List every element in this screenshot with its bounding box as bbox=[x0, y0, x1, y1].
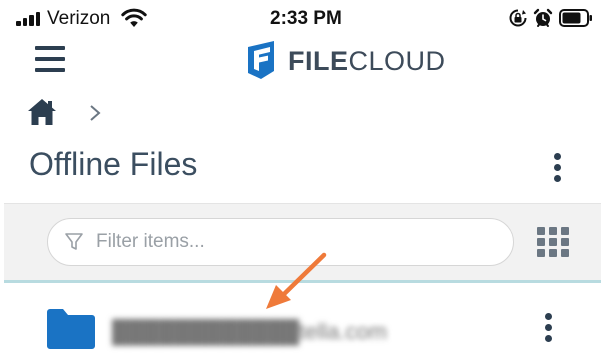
logo-text-cloud: CLOUD bbox=[348, 46, 446, 76]
chevron-right-icon bbox=[90, 105, 101, 121]
battery-icon bbox=[559, 9, 592, 27]
hamburger-menu-icon[interactable] bbox=[35, 46, 65, 72]
status-time: 2:33 PM bbox=[270, 8, 342, 29]
folder-icon bbox=[47, 309, 95, 349]
page-more-options-icon[interactable] bbox=[553, 153, 563, 183]
orientation-lock-icon bbox=[509, 9, 527, 27]
funnel-icon bbox=[65, 233, 83, 250]
logo-text-file: FILE bbox=[288, 46, 349, 76]
grid-view-icon[interactable] bbox=[537, 227, 569, 257]
item-more-options-icon[interactable] bbox=[544, 313, 554, 343]
filecloud-logo-icon bbox=[248, 41, 274, 79]
alarm-icon bbox=[533, 8, 553, 27]
page-title: Offline Files bbox=[29, 146, 198, 182]
filecloud-logo-text: FILECLOUD bbox=[288, 46, 446, 77]
list-item-name: ████████████tella.com bbox=[112, 319, 388, 344]
status-bar: Verizon 2:33 PM bbox=[0, 0, 601, 36]
signal-icon bbox=[16, 12, 42, 26]
carrier-name: Verizon bbox=[47, 8, 111, 29]
wifi-icon bbox=[121, 8, 147, 27]
annotation-arrow-icon bbox=[266, 252, 327, 309]
home-icon[interactable] bbox=[27, 98, 57, 126]
